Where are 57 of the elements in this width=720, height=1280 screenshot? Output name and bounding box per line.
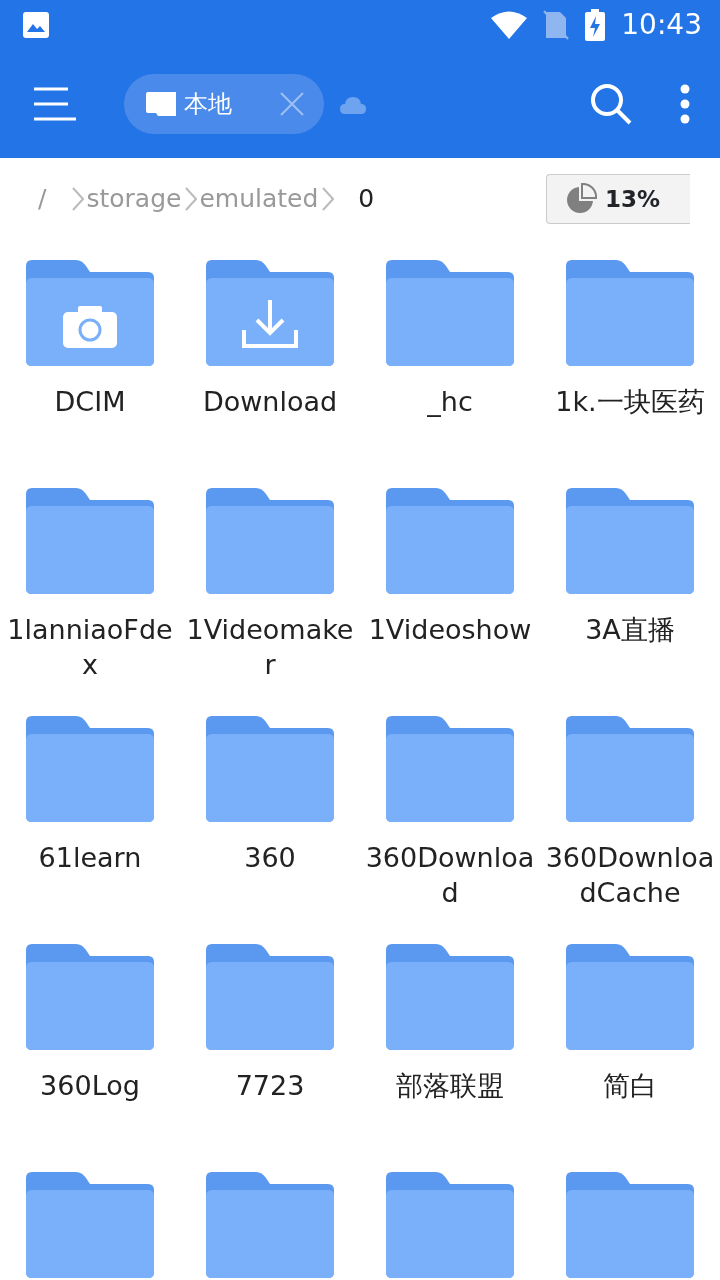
folder-icon[interactable]	[26, 716, 154, 822]
folder-icon[interactable]	[26, 488, 154, 594]
pie-chart-icon	[564, 183, 597, 215]
folder-name: 360	[243, 841, 297, 875]
folder-icon[interactable]	[386, 1172, 514, 1278]
folder-name: 3A直播	[584, 613, 676, 647]
folder-name: 1Videomaker	[185, 613, 355, 682]
folder-name: 简白	[602, 1069, 658, 1103]
folder-icon[interactable]	[206, 488, 334, 594]
camera-folder-icon[interactable]	[26, 260, 154, 366]
battery-charging-icon	[585, 9, 606, 41]
folder-icon[interactable]	[206, 716, 334, 822]
folder-name: 1Videoshow	[367, 613, 533, 647]
folder-name: DCIM	[53, 385, 127, 419]
sd-card-icon	[146, 92, 176, 116]
more-icon[interactable]	[680, 84, 690, 124]
clock-time: 10:43	[621, 7, 702, 43]
breadcrumb-item[interactable]: emulated	[199, 180, 319, 218]
folder-name: 360DownloadCache	[545, 841, 715, 910]
folder-name: 1k.一块医药	[554, 385, 706, 419]
folder-icon[interactable]	[386, 716, 514, 822]
folder-name: 1lanniaoFdex	[6, 613, 174, 682]
chevron-icon	[185, 187, 198, 211]
breadcrumb-item[interactable]: 0	[358, 180, 375, 218]
folder-icon[interactable]	[206, 1172, 334, 1278]
folder-name: _hc	[426, 385, 474, 419]
folder-icon[interactable]	[26, 944, 154, 1050]
folder-name: 部落联盟	[395, 1069, 505, 1103]
folder-icon[interactable]	[386, 488, 514, 594]
wifi-icon	[491, 11, 528, 39]
image-icon	[22, 11, 50, 39]
folder-icon[interactable]	[206, 944, 334, 1050]
breadcrumb-item[interactable]: storage	[86, 180, 182, 218]
folder-name: 61learn	[37, 841, 143, 875]
folder-icon[interactable]	[566, 1172, 694, 1278]
location-tab[interactable]: 本地	[124, 74, 324, 134]
folder-name: 360Log	[39, 1069, 141, 1103]
download-folder-icon[interactable]	[206, 260, 334, 366]
folder-icon[interactable]	[566, 488, 694, 594]
folder-name: 7723	[234, 1069, 306, 1103]
chevron-icon	[72, 187, 85, 211]
breadcrumb-item[interactable]: /	[38, 180, 47, 218]
cloud-icon[interactable]	[340, 94, 366, 114]
storage-usage-indicator[interactable]: 13%	[545, 174, 690, 224]
folder-name: 360Download	[365, 841, 535, 910]
no-sim-icon	[543, 10, 570, 40]
folder-icon[interactable]	[566, 716, 694, 822]
folder-icon[interactable]	[566, 944, 694, 1050]
chevron-icon	[322, 187, 335, 211]
menu-icon[interactable]	[34, 87, 76, 121]
close-icon[interactable]	[280, 92, 304, 116]
search-icon[interactable]	[590, 83, 632, 125]
folder-icon[interactable]	[386, 944, 514, 1050]
folder-icon[interactable]	[26, 1172, 154, 1278]
folder-icon[interactable]	[566, 260, 694, 366]
folder-icon[interactable]	[386, 260, 514, 366]
folder-name: Download	[201, 385, 339, 419]
